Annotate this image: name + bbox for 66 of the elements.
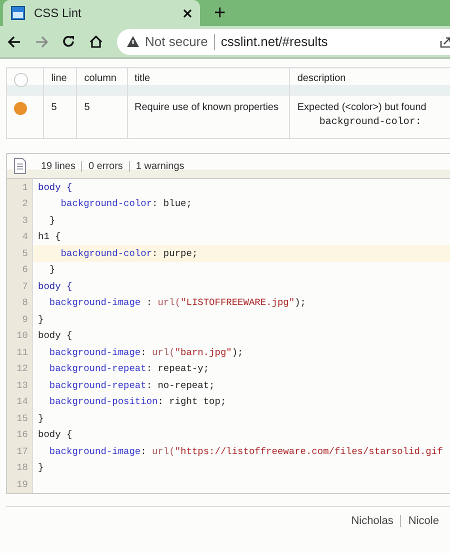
column-header[interactable]: line [44,68,77,96]
line-number: 8 [7,294,33,312]
code-line: background-color: blue; [60,198,192,210]
code-line: body { [38,330,72,342]
address-bar[interactable]: Not secure csslint.net/#results [117,28,450,54]
document-icon [13,158,27,174]
url-text: csslint.net/#results [220,34,329,49]
table-cell: 5 [44,96,77,138]
summary-stat: 1 warnings [128,160,190,172]
code-line: } [48,214,56,226]
share-icon[interactable] [440,36,450,48]
line-number: 14 [7,393,33,410]
column-header[interactable]: description [290,68,450,96]
column-header[interactable]: title [127,68,290,96]
line-number: 9 [7,310,33,328]
code-line: } [38,412,44,424]
forward-icon[interactable] [35,36,48,48]
line-number: 6 [7,261,33,278]
browser-tab[interactable]: CSS Lint [3,0,200,26]
reload-icon[interactable] [62,35,75,48]
line-number: 13 [7,376,33,394]
line-number: 17 [7,442,33,460]
code-line: body { [38,182,72,193]
close-icon[interactable] [183,8,192,18]
line-number: 2 [7,195,33,212]
line-number: 4 [7,228,33,246]
code-line: } [38,462,44,474]
code-line: } [38,314,44,325]
column-header[interactable]: column [76,68,128,96]
code-line: background-image : url("LISTOFFREEWARE.jpg"); [48,297,306,308]
line-number: 15 [7,410,33,427]
line-number: 11 [7,344,33,361]
line-number: 16 [7,426,33,444]
code-line: body { [38,280,72,292]
code-line: background-image: url("barn.jpg"); [48,346,244,358]
table-cell: Require use of known properties [127,96,290,138]
author-link[interactable]: Nicole [400,514,446,526]
code-line: background-position: right top; [48,396,226,408]
code-line: background-image: url("https://listoffreeware.com/files/starsolid.gif [48,446,443,457]
code-snippet: background-color: [318,117,422,128]
line-number: 1 [7,178,33,196]
author-link[interactable]: Nicholas [344,514,400,526]
line-number: 3 [7,212,33,229]
line-number: 19 [7,476,33,493]
code-line: background-repeat: repeat-y; [48,363,210,374]
code-line: background-repeat: no-repeat; [48,380,215,391]
summary-stat: 0 errors [81,160,129,172]
security-label: Not secure [145,34,208,49]
tab-title: CSS Lint [34,6,82,20]
code-line: } [48,264,56,276]
code-line: body { [38,429,72,440]
back-icon[interactable] [8,36,21,48]
new-tab-button[interactable]: + [214,0,226,26]
summary-stat: 19 lines [40,160,76,172]
site-icon [11,6,25,20]
line-number: 10 [7,327,33,344]
warning-icon [127,36,139,47]
line-number: 18 [7,459,33,476]
home-icon[interactable] [89,35,103,48]
code-line: h1 { [38,231,61,242]
description-text: Expected (<color>) but found [297,102,428,113]
line-number: 7 [7,278,33,295]
table-cell: 5 [76,96,128,138]
line-number: 5 [7,244,33,262]
code-line: background-color: purpe; [60,248,198,259]
line-number: 12 [7,360,33,378]
